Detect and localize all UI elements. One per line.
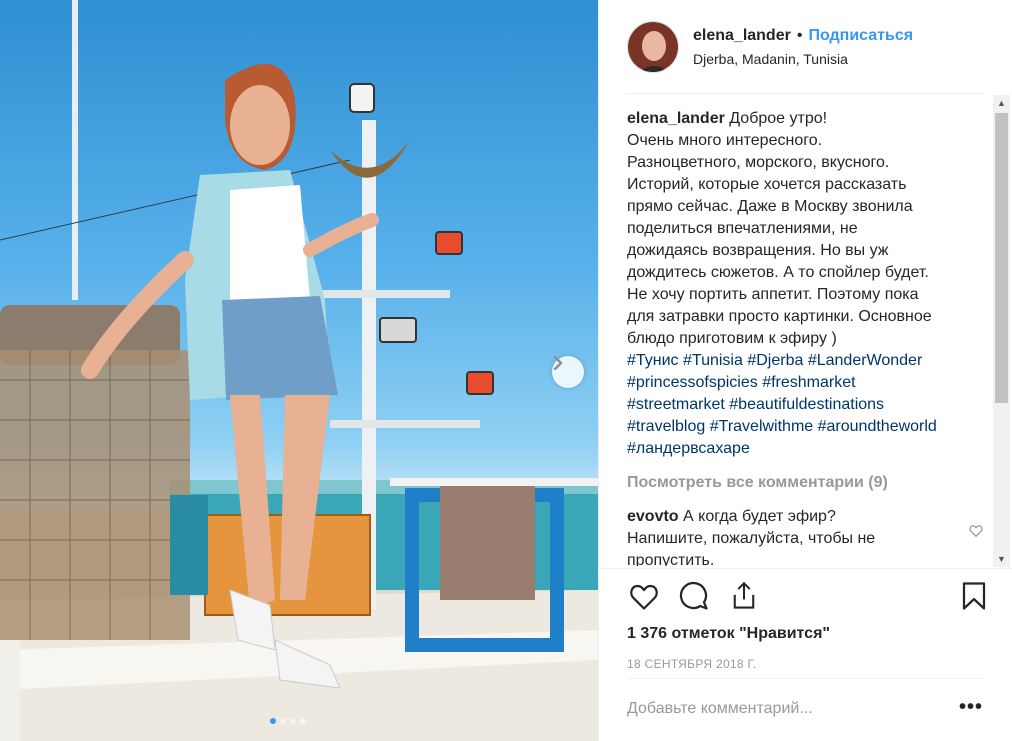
comment-button[interactable] <box>677 579 711 613</box>
header-username[interactable]: elena_lander <box>693 27 791 45</box>
carousel-dot <box>280 718 286 724</box>
caption-username[interactable]: elena_lander <box>627 110 725 127</box>
hashtag[interactable]: #princessofspicies <box>627 374 758 391</box>
view-all-comments-link[interactable]: Посмотреть все комментарии (9) <box>627 472 987 494</box>
hashtag[interactable]: #LanderWonder <box>808 352 922 369</box>
instagram-post-modal: elena_lander • Подписаться Djerba, Madan… <box>0 0 1012 741</box>
carousel-dot <box>270 718 276 724</box>
post-date[interactable]: 18 СЕНТЯБРЯ 2018 Г. <box>627 657 756 671</box>
post-actions: 1 376 отметок "Нравится" 18 СЕНТЯБРЯ 201… <box>599 568 1012 718</box>
hashtag[interactable]: #Тунис <box>627 352 679 369</box>
more-options-button[interactable]: ••• <box>959 697 983 717</box>
scroll-up-arrow[interactable]: ▲ <box>997 98 1006 108</box>
like-button[interactable] <box>627 579 661 613</box>
add-comment-input[interactable] <box>627 700 927 718</box>
separator-dot: • <box>796 26 803 44</box>
hashtag[interactable]: #Tunisia <box>683 352 743 369</box>
comment-like-button[interactable] <box>969 522 983 544</box>
carousel-dot <box>290 718 296 724</box>
post-header: elena_lander • Подписаться Djerba, Madan… <box>599 0 1012 93</box>
hashtag[interactable]: #freshmarket <box>762 374 855 391</box>
scroll-thumb[interactable] <box>995 113 1008 403</box>
hashtag[interactable]: #streetmarket <box>627 396 725 413</box>
follow-button[interactable]: Подписаться <box>808 27 913 45</box>
scroll-down-arrow[interactable]: ▼ <box>997 554 1006 564</box>
avatar-image <box>628 21 678 72</box>
hashtag[interactable]: #Travelwithme <box>710 418 813 435</box>
comments-scrollbar[interactable]: ▲ ▼ <box>993 95 1010 567</box>
bookmark-icon <box>962 582 986 610</box>
carousel-dot <box>300 718 306 724</box>
next-slide-button[interactable] <box>552 356 584 388</box>
share-button[interactable] <box>727 579 761 613</box>
header-divider <box>627 93 984 94</box>
comment-username[interactable]: evovto <box>627 508 679 525</box>
photo-illustration <box>0 0 598 741</box>
caption-text: Доброе утро! Очень много интересного. Ра… <box>627 110 932 347</box>
hashtag[interactable]: #beautifuldestinations <box>729 396 884 413</box>
post-photo[interactable] <box>0 0 598 741</box>
comment-bubble-icon <box>679 581 708 610</box>
location-link[interactable]: Djerba, Madanin, Tunisia <box>693 51 913 67</box>
hashtag[interactable]: #aroundtheworld <box>818 418 937 435</box>
carousel-indicator <box>270 718 306 724</box>
share-icon <box>733 581 755 609</box>
comments-list[interactable]: elena_lander Доброе утро! Очень много ин… <box>627 108 987 566</box>
hashtag[interactable]: #ландервсахаре <box>627 440 750 457</box>
avatar[interactable] <box>627 20 679 73</box>
post-side-panel: elena_lander • Подписаться Djerba, Madan… <box>598 0 1012 741</box>
comment-item: evovto А когда будет эфир? Напишите, пож… <box>627 506 987 566</box>
save-button[interactable] <box>957 579 991 613</box>
add-comment-divider <box>627 678 985 679</box>
heart-icon <box>630 584 658 610</box>
likes-count[interactable]: 1 376 отметок "Нравится" <box>627 625 830 643</box>
small-heart-icon <box>969 525 983 538</box>
hashtag[interactable]: #travelblog <box>627 418 705 435</box>
hashtag[interactable]: #Djerba <box>747 352 803 369</box>
chevron-right-icon <box>553 356 563 370</box>
caption: elena_lander Доброе утро! Очень много ин… <box>627 108 987 460</box>
